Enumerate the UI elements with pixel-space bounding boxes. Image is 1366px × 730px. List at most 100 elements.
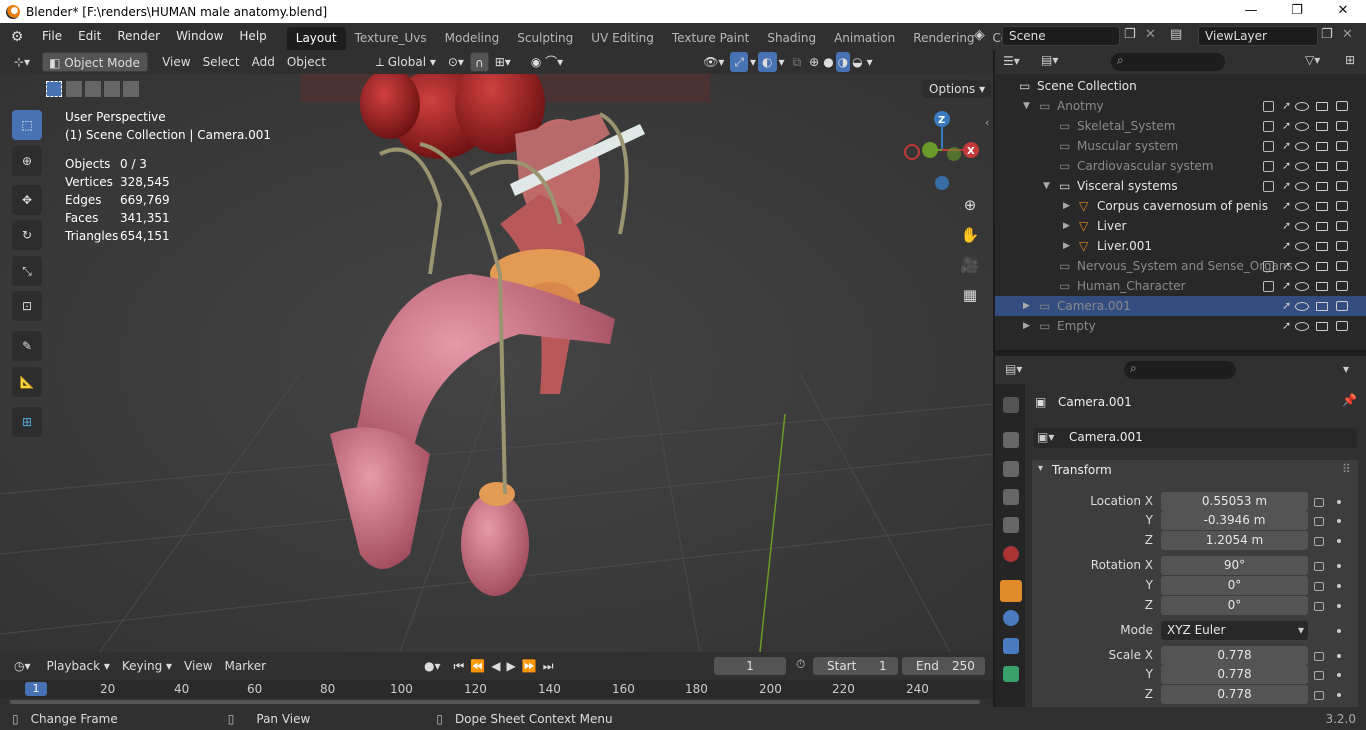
minimize-button[interactable]: — (1228, 0, 1274, 23)
outliner-row[interactable]: ▽ ▶ Corpus cavernosum of penis ➚ (995, 196, 1366, 216)
menu-window[interactable]: Window (168, 23, 231, 50)
prev-keyframe-icon[interactable]: ⏪ (467, 656, 488, 676)
tab-uv-editing[interactable]: UV Editing (582, 27, 663, 50)
keyframe-dot-icon[interactable] (1337, 629, 1341, 633)
tab-shading[interactable]: Shading (758, 27, 825, 50)
render-visibility-icon[interactable] (1336, 161, 1348, 171)
outliner-row[interactable]: ▭ ▼ Anotmy ➚ (995, 96, 1366, 116)
viewport-visibility-icon[interactable] (1316, 122, 1328, 131)
viewport-visibility-icon[interactable] (1316, 222, 1328, 231)
proportional-edit-icon[interactable]: ◉ ⌒▾ (525, 52, 569, 72)
render-visibility-icon[interactable] (1336, 241, 1348, 251)
lock-icon[interactable] (1314, 691, 1324, 700)
play-reverse-icon[interactable]: ◀ (488, 656, 503, 676)
viewport-visibility-icon[interactable] (1316, 282, 1328, 291)
viewlayer-selector[interactable]: ViewLayer (1198, 26, 1318, 46)
transform-panel-header[interactable]: ▾ Transform ⠿ (1032, 460, 1358, 482)
lock-icon[interactable] (1314, 582, 1324, 591)
location-z-field[interactable]: 1.2054 m (1161, 531, 1308, 550)
outliner-row[interactable]: ▽ ▶ Liver.001 ➚ (995, 236, 1366, 256)
visibility-eye-icon[interactable] (1295, 202, 1309, 211)
location-y-field[interactable]: -0.3946 m (1161, 511, 1308, 530)
tab-animation[interactable]: Animation (825, 27, 904, 50)
shading-dropdown-icon[interactable]: ▾ (865, 52, 875, 72)
expand-arrow-icon[interactable]: ▶ (1063, 236, 1070, 256)
selectable-icon[interactable]: ➚ (1282, 96, 1291, 116)
tab-layout[interactable]: Layout (286, 27, 346, 50)
output-tab-icon[interactable] (1003, 461, 1019, 477)
3d-viewport[interactable]: ⬚ ⊕ ✥ ↻ ⤡ ⊡ ✎ 📐 ⊞ User Perspective (1) S… (0, 74, 993, 652)
visibility-eye-icon[interactable] (1295, 222, 1309, 231)
menu-keying[interactable]: Keying ▾ (116, 656, 178, 676)
navigation-gizmo[interactable]: Z X (900, 108, 986, 194)
outliner-search-input[interactable]: ⌕ (1111, 53, 1225, 71)
expand-arrow-icon[interactable]: ▶ (1063, 216, 1070, 236)
viewport-visibility-icon[interactable] (1316, 322, 1328, 331)
viewport-visibility-icon[interactable] (1316, 302, 1328, 311)
delete-viewlayer-icon[interactable]: ✕ (1342, 27, 1353, 42)
ortho-grid-icon[interactable]: ▦ (957, 282, 983, 308)
viewport-visibility-icon[interactable] (1316, 242, 1328, 251)
render-tab-icon[interactable] (1003, 432, 1019, 448)
scale-tool-icon[interactable]: ⤡ (12, 256, 42, 286)
keyframe-dot-icon[interactable] (1337, 693, 1341, 697)
visibility-eye-icon[interactable] (1295, 282, 1309, 291)
outliner-row[interactable]: ▭ ▶ Camera.001 ➚ (995, 296, 1366, 316)
scale-z-field[interactable]: 0.778 (1161, 685, 1308, 704)
visibility-eye-icon[interactable] (1295, 102, 1309, 111)
viewport-visibility-icon[interactable] (1316, 162, 1328, 171)
viewport-visibility-icon[interactable] (1316, 102, 1328, 111)
timeline-menu-view[interactable]: View (178, 656, 218, 676)
properties-options-icon[interactable]: ▾ (1343, 362, 1349, 376)
pivot-icon[interactable]: ⊙▾ (442, 52, 470, 72)
visibility-eye-icon[interactable] (1295, 262, 1309, 271)
select-extend-mode-icon[interactable] (66, 81, 82, 97)
lock-icon[interactable] (1314, 498, 1324, 507)
rotation-z-field[interactable]: 0° (1161, 596, 1308, 615)
scale-x-field[interactable]: 0.778 (1161, 646, 1308, 665)
expand-arrow-icon[interactable]: ▶ (1063, 196, 1070, 216)
options-button[interactable]: Options ▾ (923, 80, 992, 98)
menu-help[interactable]: Help (231, 23, 274, 50)
outliner-row[interactable]: ▭ ▼ Visceral systems ➚ (995, 176, 1366, 196)
rotation-x-field[interactable]: 90° (1161, 556, 1308, 575)
filter-icon[interactable]: ▽▾ (1305, 53, 1320, 67)
selectable-icon[interactable]: ➚ (1282, 156, 1291, 176)
keyframe-dot-icon[interactable] (1337, 673, 1341, 677)
properties-search-input[interactable]: ⌕ (1124, 361, 1236, 379)
select-intersect-mode-icon[interactable] (123, 81, 139, 97)
object-name-field[interactable]: ▣▾ Camera.001 (1033, 428, 1357, 448)
selectable-icon[interactable]: ➚ (1282, 316, 1291, 336)
menu-select[interactable]: Select (197, 52, 246, 72)
outliner-row[interactable]: ▭ Nervous_System and Sense_Organs ➚ (995, 256, 1366, 276)
viewport-visibility-icon[interactable] (1316, 202, 1328, 211)
tab-texture-uvs[interactable]: Texture_Uvs (346, 27, 436, 50)
selectable-icon[interactable]: ➚ (1282, 136, 1291, 156)
expand-arrow-icon[interactable]: ▼ (1043, 176, 1050, 196)
display-mode-icon[interactable]: ▤▾ (1041, 53, 1058, 67)
jump-end-icon[interactable]: ⏭ (540, 656, 557, 676)
maximize-button[interactable]: ❐ (1274, 0, 1320, 23)
pin-icon[interactable]: 📌 (1342, 393, 1357, 407)
selectable-icon[interactable]: ➚ (1282, 296, 1291, 316)
tab-modeling[interactable]: Modeling (436, 27, 509, 50)
visibility-eye-icon[interactable] (1295, 302, 1309, 311)
delete-scene-icon[interactable]: ✕ (1145, 27, 1156, 42)
outliner-row[interactable]: ▭ Cardiovascular system ➚ (995, 156, 1366, 176)
outliner-row[interactable]: ▭ ▶ Empty ➚ (995, 316, 1366, 336)
keyframe-dot-icon[interactable] (1337, 604, 1341, 608)
render-visibility-icon[interactable] (1336, 261, 1348, 271)
timeline-scrollbar[interactable] (10, 700, 980, 704)
keyframe-dot-icon[interactable] (1337, 564, 1341, 568)
location-x-field[interactable]: 0.55053 m (1161, 492, 1308, 511)
visibility-eye-icon[interactable] (1295, 162, 1309, 171)
frame-ruler[interactable]: 1 20 40 60 80 100 120 140 160 180 200 22… (0, 680, 993, 698)
next-keyframe-icon[interactable]: ⏩ (519, 656, 540, 676)
start-frame-field[interactable]: Start 1 (813, 657, 898, 675)
outliner-row[interactable]: ▭ Skeletal_System ➚ (995, 116, 1366, 136)
select-box-mode-icon[interactable] (46, 81, 62, 97)
render-visibility-icon[interactable] (1336, 321, 1348, 331)
scene-selector[interactable]: Scene (1002, 26, 1120, 46)
exclude-checkbox[interactable] (1263, 161, 1274, 172)
zoom-icon[interactable]: ⊕ (957, 192, 983, 218)
